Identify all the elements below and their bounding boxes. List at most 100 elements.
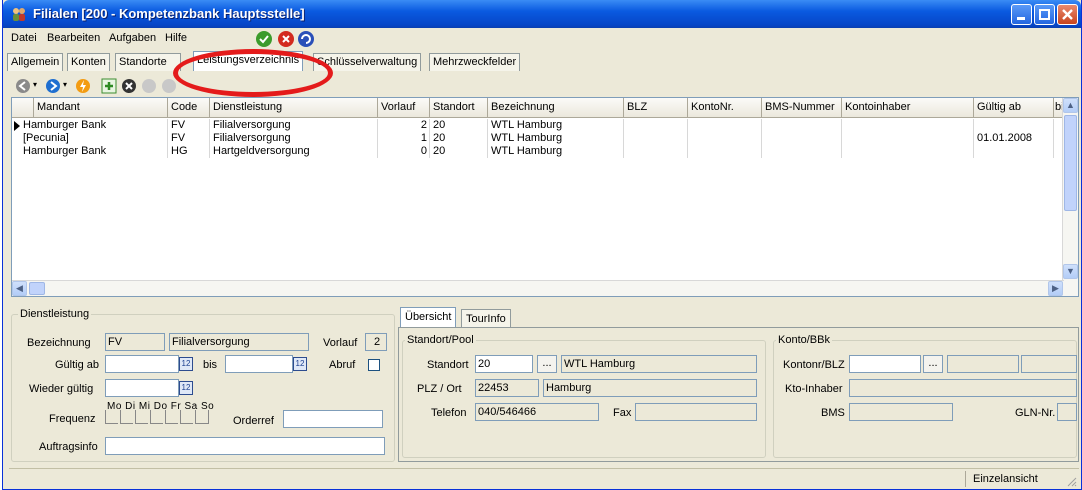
status-bar: Einzelansicht — [9, 468, 1079, 488]
bezeichnung-name-field[interactable]: Filialversorgung — [169, 333, 309, 351]
add-record-icon[interactable] — [101, 78, 117, 94]
forward-dropdown-icon[interactable]: ▾ — [63, 80, 67, 89]
fax-field[interactable] — [635, 403, 757, 421]
gueltig-ab-field[interactable] — [105, 355, 179, 373]
menu-hilfe[interactable]: Hilfe — [165, 32, 187, 44]
standort-name-field[interactable]: WTL Hamburg — [561, 355, 757, 373]
standort-field[interactable]: 20 — [475, 355, 533, 373]
grid-horizontal-scrollbar[interactable]: ◀ ▶ — [12, 280, 1064, 296]
bezeichnung-code-field[interactable]: FV — [105, 333, 165, 351]
cell-kontoinhaber — [842, 119, 974, 132]
green-ok-icon[interactable] — [255, 30, 273, 48]
col-bezeichnung[interactable]: Bezeichnung — [488, 98, 624, 118]
cell-kontonr — [688, 145, 762, 158]
konto-lookup-button[interactable]: ... — [923, 355, 943, 373]
minimize-button[interactable] — [1011, 4, 1032, 25]
close-button[interactable] — [1057, 4, 1078, 25]
tab-tourinfo[interactable]: TourInfo — [461, 309, 511, 329]
menu-bearbeiten[interactable]: Bearbeiten — [47, 32, 100, 44]
gln-nr-field[interactable] — [1057, 403, 1077, 421]
title-bar[interactable]: Filialen [200 - Kompetenzbank Hauptsstel… — [3, 0, 1081, 28]
save-disabled-icon[interactable] — [141, 78, 157, 94]
cell-bms — [762, 119, 842, 132]
tab-uebersicht[interactable]: Übersicht — [400, 307, 457, 329]
lightning-icon[interactable] — [75, 78, 91, 94]
scroll-left-icon[interactable]: ◀ — [12, 281, 27, 296]
back-dropdown-icon[interactable]: ▾ — [33, 80, 37, 89]
orderref-field[interactable] — [283, 410, 383, 428]
calendar-icon[interactable]: 12 — [293, 357, 307, 371]
resize-grip-icon[interactable] — [1065, 475, 1077, 487]
day-checkbox-sa[interactable] — [180, 410, 193, 424]
col-standort[interactable]: Standort — [430, 98, 488, 118]
col-vorlauf[interactable]: Vorlauf — [378, 98, 430, 118]
frequenz-label: Frequenz — [49, 413, 96, 425]
plz-field[interactable]: 22453 — [475, 379, 539, 397]
auftragsinfo-field[interactable] — [105, 437, 385, 455]
table-row[interactable]: [Pecunia] FV Filialversorgung 1 20 WTL H… — [12, 132, 1064, 145]
col-bms-nummer[interactable]: BMS-Nummer — [762, 98, 842, 118]
bms-field[interactable] — [849, 403, 953, 421]
menu-aufgaben[interactable]: Aufgaben — [109, 32, 156, 44]
table-row[interactable]: Hamburger Bank HG Hartgeldversorgung 0 2… — [12, 145, 1064, 158]
blz-field[interactable] — [947, 355, 1019, 373]
calendar-icon[interactable]: 12 — [179, 357, 193, 371]
grid-vertical-scrollbar[interactable]: ▲ ▼ — [1062, 98, 1078, 296]
grid-header: Mandant Code Dienstleistung Vorlauf Stan… — [12, 98, 1064, 118]
day-checkbox-do[interactable] — [150, 410, 163, 424]
vertical-scroll-thumb[interactable] — [1064, 115, 1077, 211]
cell-bms — [762, 145, 842, 158]
abruf-checkbox[interactable] — [368, 359, 380, 371]
col-kontonr[interactable]: KontoNr. — [688, 98, 762, 118]
standort-lookup-button[interactable]: ... — [537, 355, 557, 373]
refresh-icon[interactable] — [297, 30, 315, 48]
day-checkbox-fr[interactable] — [165, 410, 178, 424]
red-cancel-icon[interactable] — [277, 30, 295, 48]
menu-datei[interactable]: Datei — [11, 32, 37, 44]
col-mandant[interactable]: Mandant — [34, 98, 168, 118]
status-separator — [965, 471, 966, 487]
konto-bbk-group-label: Konto/BBk — [776, 334, 832, 346]
day-checkbox-so[interactable] — [195, 410, 209, 424]
delete-record-icon[interactable] — [121, 78, 137, 94]
day-checkbox-mo[interactable] — [105, 410, 118, 424]
cell-kontoinhaber — [842, 132, 974, 145]
col-gueltig-ab[interactable]: Gültig ab — [974, 98, 1054, 118]
maximize-button[interactable] — [1034, 4, 1055, 25]
tab-mehrzweckfelder[interactable]: Mehrzweckfelder — [429, 53, 521, 71]
col-dienstleistung[interactable]: Dienstleistung — [210, 98, 378, 118]
vorlauf-field[interactable]: 2 — [365, 333, 387, 351]
telefon-field[interactable]: 040/546466 — [475, 403, 599, 421]
cell-vorlauf: 0 — [378, 145, 430, 158]
bank-name-field[interactable] — [1021, 355, 1077, 373]
cell-mandant: Hamburger Bank — [20, 145, 168, 158]
cell-kontonr — [688, 132, 762, 145]
tab-allgemein[interactable]: Allgemein — [7, 53, 64, 71]
filialen-window: Filialen [200 - Kompetenzbank Hauptsstel… — [2, 0, 1082, 490]
bis-field[interactable] — [225, 355, 293, 373]
day-checkbox-di[interactable] — [120, 410, 133, 424]
forward-icon[interactable] — [45, 78, 61, 94]
tab-standorte[interactable]: Standorte — [115, 53, 181, 71]
col-blz[interactable]: BLZ — [624, 98, 688, 118]
wieder-gueltig-label: Wieder gültig — [29, 383, 94, 395]
cell-gueltig-ab: 01.01.2008 — [974, 132, 1054, 145]
col-kontoinhaber[interactable]: Kontoinhaber — [842, 98, 974, 118]
kontonr-field[interactable] — [849, 355, 921, 373]
day-checkbox-mi[interactable] — [135, 410, 148, 424]
back-icon[interactable] — [15, 78, 31, 94]
scroll-right-icon[interactable]: ▶ — [1048, 281, 1063, 296]
scroll-down-icon[interactable]: ▼ — [1063, 264, 1078, 279]
table-row[interactable]: Hamburger Bank FV Filialversorgung 2 20 … — [12, 119, 1064, 132]
col-code[interactable]: Code — [168, 98, 210, 118]
ort-field[interactable]: Hamburg — [543, 379, 757, 397]
cancel-disabled-icon[interactable] — [161, 78, 177, 94]
kto-inhaber-field[interactable] — [849, 379, 1077, 397]
calendar-icon[interactable]: 12 — [179, 381, 193, 395]
horizontal-scroll-thumb[interactable] — [29, 282, 45, 295]
tab-konten[interactable]: Konten — [67, 53, 110, 71]
cell-bms — [762, 132, 842, 145]
cell-bezeichnung: WTL Hamburg — [488, 132, 624, 145]
wieder-gueltig-field[interactable] — [105, 379, 179, 397]
scroll-up-icon[interactable]: ▲ — [1063, 98, 1078, 113]
